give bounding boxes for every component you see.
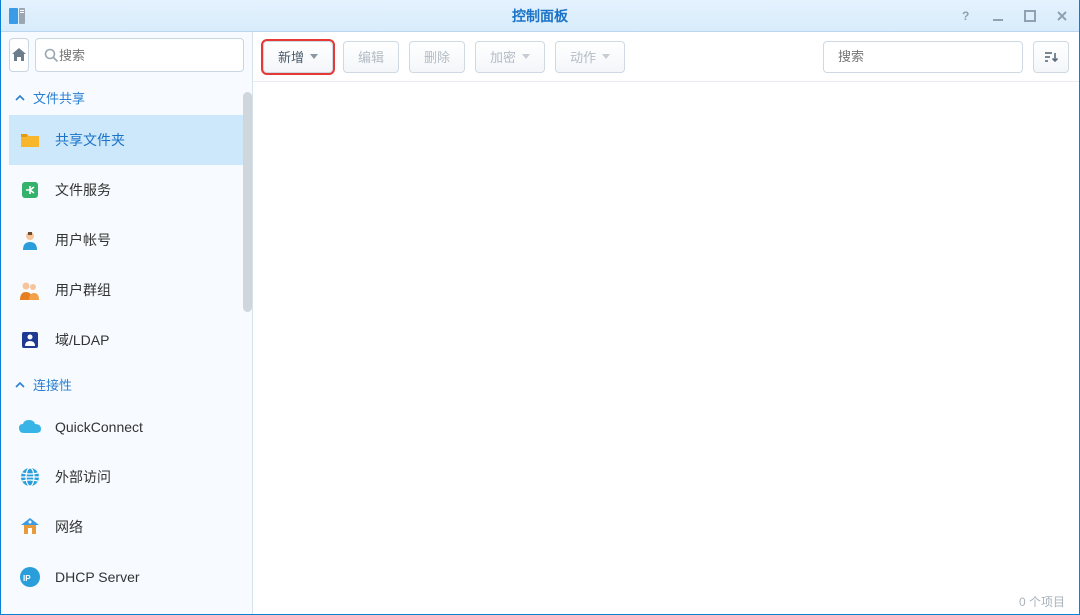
chevron-down-icon — [310, 54, 318, 59]
home-icon — [10, 46, 28, 64]
sidebar-item-file-services[interactable]: 文件服务 — [9, 165, 244, 215]
sidebar-item-label: 共享文件夹 — [55, 130, 125, 150]
action-button[interactable]: 动作 — [555, 41, 625, 73]
sort-button[interactable] — [1033, 41, 1069, 73]
sidebar-item-network[interactable]: 网络 — [9, 502, 244, 552]
sidebar-item-shared-folder[interactable]: 共享文件夹 — [9, 115, 244, 165]
minimize-icon[interactable] — [987, 5, 1009, 27]
section-label: 文件共享 — [33, 88, 85, 107]
network-icon — [17, 514, 43, 540]
sidebar-item-label: 域/LDAP — [55, 330, 109, 350]
sidebar-item-domain[interactable]: 域/LDAP — [9, 315, 244, 365]
sidebar-item-external-access[interactable]: 外部访问 — [9, 452, 244, 502]
button-label: 新增 — [278, 47, 304, 66]
button-label: 删除 — [424, 47, 450, 66]
delete-button[interactable]: 删除 — [409, 41, 465, 73]
dhcp-icon: IP — [17, 564, 43, 590]
sidebar-item-label: 文件服务 — [55, 180, 111, 200]
folder-icon — [17, 127, 43, 153]
button-label: 编辑 — [358, 47, 384, 66]
sidebar-search-input[interactable] — [59, 48, 235, 63]
app-icon — [7, 6, 27, 26]
sidebar-item-label: 外部访问 — [55, 467, 111, 487]
toolbar: 新增 编辑 删除 加密 动作 — [253, 32, 1079, 82]
svg-text:?: ? — [962, 9, 969, 23]
section-fileshare[interactable]: 文件共享 — [9, 78, 244, 115]
globe-icon — [17, 464, 43, 490]
chevron-up-icon — [15, 93, 25, 103]
sidebar-search[interactable] — [35, 38, 244, 72]
sidebar-item-dhcp[interactable]: IP DHCP Server — [9, 552, 244, 602]
user-icon — [17, 227, 43, 253]
cloud-icon — [17, 414, 43, 440]
home-button[interactable] — [9, 38, 29, 72]
main-search[interactable] — [823, 41, 1023, 73]
edit-button[interactable]: 编辑 — [343, 41, 399, 73]
button-label: 动作 — [570, 47, 596, 66]
section-connectivity[interactable]: 连接性 — [9, 365, 244, 402]
button-label: 加密 — [490, 47, 516, 66]
sidebar-item-quickconnect[interactable]: QuickConnect — [9, 402, 244, 452]
titlebar: 控制面板 ? — [1, 0, 1079, 32]
content: 文件共享 共享文件夹 文件服务 用户帐号 用户群组 域/LDAP 连接性 — [1, 32, 1079, 614]
window-title: 控制面板 — [1, 6, 1079, 26]
encrypt-button[interactable]: 加密 — [475, 41, 545, 73]
sidebar-item-user[interactable]: 用户帐号 — [9, 215, 244, 265]
main-panel: 新增 编辑 删除 加密 动作 — [253, 32, 1079, 614]
section-label: 连接性 — [33, 375, 72, 394]
sidebar: 文件共享 共享文件夹 文件服务 用户帐号 用户群组 域/LDAP 连接性 — [1, 32, 253, 614]
sidebar-item-label: DHCP Server — [55, 569, 140, 585]
group-icon — [17, 277, 43, 303]
close-icon[interactable] — [1051, 5, 1073, 27]
search-icon — [44, 48, 59, 63]
file-services-icon — [17, 177, 43, 203]
sidebar-scrollbar[interactable] — [243, 92, 252, 312]
sidebar-item-label: 用户群组 — [55, 280, 111, 300]
create-button[interactable]: 新增 — [263, 41, 333, 73]
sidebar-item-label: QuickConnect — [55, 419, 143, 435]
domain-icon — [17, 327, 43, 353]
status-bar: 0 个项目 — [1019, 593, 1065, 610]
chevron-down-icon — [602, 54, 610, 59]
maximize-icon[interactable] — [1019, 5, 1041, 27]
sidebar-item-group[interactable]: 用户群组 — [9, 265, 244, 315]
sort-icon — [1043, 50, 1059, 64]
sidebar-item-label: 网络 — [55, 517, 83, 537]
svg-text:IP: IP — [23, 574, 31, 583]
help-icon[interactable]: ? — [955, 5, 977, 27]
chevron-up-icon — [15, 380, 25, 390]
chevron-down-icon — [522, 54, 530, 59]
sidebar-item-label: 用户帐号 — [55, 230, 111, 250]
main-search-input[interactable] — [838, 49, 1014, 64]
